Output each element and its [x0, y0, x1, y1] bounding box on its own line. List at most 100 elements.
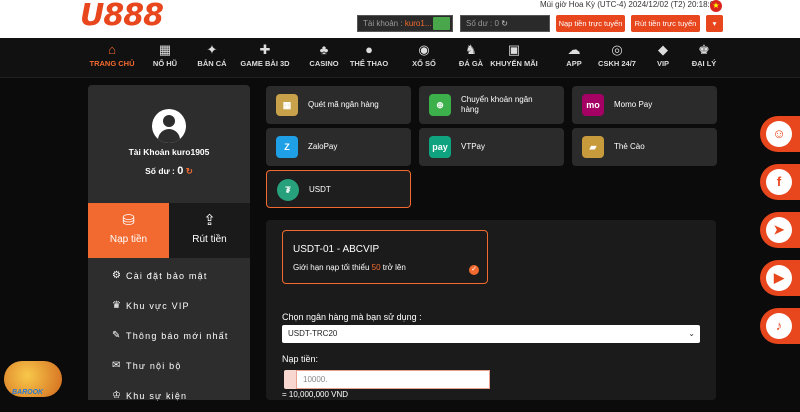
gift-icon: ▣	[507, 42, 521, 57]
account-name: Tài Khoản kuro1905	[128, 147, 210, 157]
telegram-icon: ➤	[766, 217, 792, 243]
account-balance: Số dư : 0 ↻	[88, 165, 250, 177]
support-icon: ◎	[611, 42, 623, 57]
nav-item-label: TRANG CHỦ	[89, 59, 135, 68]
gamepad-icon: ✚	[259, 42, 271, 57]
payment-method-thẻ-cào[interactable]: ▰ Thẻ Cào	[572, 128, 717, 166]
show-account-icon[interactable]	[433, 17, 450, 30]
limit-suffix: trở lên	[382, 263, 406, 272]
account-field-label: Tài khoản :	[363, 19, 403, 28]
slot-machine-icon: ▦	[158, 42, 172, 57]
qr-code-icon: ▦	[276, 94, 298, 116]
telegram-button[interactable]: ➤	[760, 212, 800, 248]
tiktok-icon: ♪	[766, 313, 792, 339]
usdt-channel-title: USDT-01 - ABCVIP	[293, 244, 380, 255]
timezone-clock: Múi giờ Hoa Kỳ (UTC-4) 2024/12/02 (T2) 2…	[540, 0, 719, 9]
tab-withdraw-label: Rút tiền	[192, 234, 227, 245]
check-icon: ✓	[469, 265, 479, 275]
menu-item[interactable]: ⚙ Cài đặt bảo mật	[88, 262, 250, 292]
menu-item-label: Khu vực VIP	[126, 301, 190, 311]
payment-method-zalopay[interactable]: Z ZaloPay	[266, 128, 411, 166]
nav-item-khuyến-mãi[interactable]: ▣ KHUYẾN MÃI	[485, 38, 543, 78]
payment-method-label: Quét mã ngân hàng	[308, 100, 379, 109]
account-panel: Tài Khoản kuro1905 Số dư : 0 ↻	[88, 85, 250, 203]
payment-method-label: Chuyển khoản ngân hàng	[461, 95, 533, 114]
fund-tabs: ⛁ Nạp tiền ⇪ Rút tiền	[88, 203, 250, 258]
amount-label: Nạp tiền:	[282, 354, 319, 364]
account-field-value: kuro1...	[404, 19, 432, 28]
tab-withdraw[interactable]: ⇪ Rút tiền	[169, 203, 250, 258]
payment-method-momo-pay[interactable]: mo Momo Pay	[572, 86, 717, 124]
amount-conversion: = 10,000,000 VND	[282, 390, 349, 399]
facebook-icon: f	[766, 169, 792, 195]
chat-button[interactable]: ☺	[760, 116, 800, 152]
menu-item-label: Thông báo mới nhất	[126, 331, 229, 341]
nav-item-đại-lý[interactable]: ♚ ĐẠI LÝ	[675, 38, 733, 78]
chat-icon: ☺	[766, 121, 792, 147]
site-logo[interactable]: U888	[80, 0, 164, 36]
deposit-online-button[interactable]: Nạp tiền trực tuyến	[556, 15, 625, 32]
payment-method-quét-mã-ngân-hàng[interactable]: ▦ Quét mã ngân hàng	[266, 86, 411, 124]
casino-icon: ♣	[319, 42, 329, 57]
amount-prefix	[284, 370, 296, 389]
nav-item-thể-thao[interactable]: ● THỂ THAO	[340, 38, 398, 78]
facebook-button[interactable]: f	[760, 164, 800, 200]
limit-value: 50	[371, 263, 381, 272]
balance-field: Số dư : 0 ↻	[460, 15, 550, 32]
bank-select[interactable]: USDT-TRC20 ⌄	[282, 325, 700, 343]
cloud-icon: ☁	[567, 42, 581, 57]
vtpay-icon: pay	[429, 136, 451, 158]
payment-method-chuyển-khoản-ngân-hàng[interactable]: ⊕ Chuyển khoản ngân hàng	[419, 86, 564, 124]
nav-item-trang-chủ[interactable]: ⌂ TRANG CHỦ	[83, 38, 141, 78]
menu-item[interactable]: ✉ Thư nội bộ	[88, 352, 250, 382]
amount-input[interactable]: 10000.	[296, 370, 490, 389]
nav-item-label: BẮN CÁ	[197, 59, 227, 68]
agent-icon: ♚	[698, 42, 710, 57]
payment-method-vtpay[interactable]: pay VTPay	[419, 128, 564, 166]
mail-icon: ✉	[112, 360, 121, 371]
tab-deposit[interactable]: ⛁ Nạp tiền	[88, 203, 169, 258]
refresh-icon[interactable]: ↻	[501, 19, 508, 28]
payment-method-label: USDT	[309, 185, 331, 194]
limit-prefix: Giới hạn nạp tối thiểu	[293, 263, 370, 272]
balance-field-label: Số dư :	[466, 19, 493, 28]
withdraw-online-button[interactable]: Rút tiền trực tuyến	[631, 15, 700, 32]
momo-icon: mo	[582, 94, 604, 116]
bank-select-value: USDT-TRC20	[288, 329, 338, 338]
nav-item-label: GAME BÀI 3D	[240, 59, 290, 68]
bank-select-label: Chọn ngân hàng mà bạn sử dụng :	[282, 312, 422, 322]
payment-method-label: Thẻ Cào	[614, 142, 645, 151]
rooster-icon: ♞	[465, 42, 477, 57]
tab-deposit-label: Nạp tiền	[109, 234, 148, 245]
nav-item-game-bài-3d[interactable]: ✚ GAME BÀI 3D	[236, 38, 294, 78]
youtube-button[interactable]: ▶	[760, 260, 800, 296]
refresh-balance-icon[interactable]: ↻	[186, 166, 193, 176]
tiktok-button[interactable]: ♪	[760, 308, 800, 344]
main-nav: ⌂ TRANG CHỦ ▦ NỔ HŨ ✦ BẮN CÁ ✚ GAME BÀI 3D ♣ CASI…	[0, 38, 800, 78]
menu-item[interactable]: ♛ Khu vực VIP	[88, 292, 250, 322]
home-icon: ⌂	[108, 42, 116, 57]
fish-icon: ✦	[206, 42, 218, 57]
chevron-down-icon[interactable]: ▾	[706, 15, 723, 32]
account-balance-value: 0	[177, 165, 184, 177]
payment-method-usdt[interactable]: ₮ USDT	[266, 170, 411, 208]
diamond-icon: ◆	[658, 42, 668, 57]
menu-item[interactable]: ♔ Khu sự kiện	[88, 382, 250, 412]
nav-item-bắn-cá[interactable]: ✦ BẮN CÁ	[183, 38, 241, 78]
security-settings-icon: ⚙	[112, 270, 121, 281]
withdraw-icon: ⇪	[203, 212, 216, 229]
avatar	[152, 109, 186, 143]
promo-badge[interactable]: BAROOK	[0, 355, 68, 400]
nav-item-label: THỂ THAO	[349, 59, 389, 68]
usdt-channel-limit: Giới hạn nạp tối thiểu 50 trở lên	[293, 263, 406, 272]
payment-method-label: VTPay	[461, 142, 486, 151]
menu-item-label: Cài đặt bảo mật	[126, 271, 208, 281]
menu-item[interactable]: ✎ Thông báo mới nhất	[88, 322, 250, 352]
tether-icon: ₮	[277, 179, 299, 201]
globe-icon: ⊕	[429, 94, 451, 116]
vietnam-flag-icon[interactable]: ★	[710, 0, 722, 12]
deposit-icon: ⛁	[122, 212, 135, 229]
usdt-channel-card[interactable]: USDT-01 - ABCVIP Giới hạn nạp tối thiểu …	[282, 230, 488, 284]
trophy-icon: ♔	[112, 390, 121, 401]
payment-method-label: Momo Pay	[614, 100, 653, 109]
